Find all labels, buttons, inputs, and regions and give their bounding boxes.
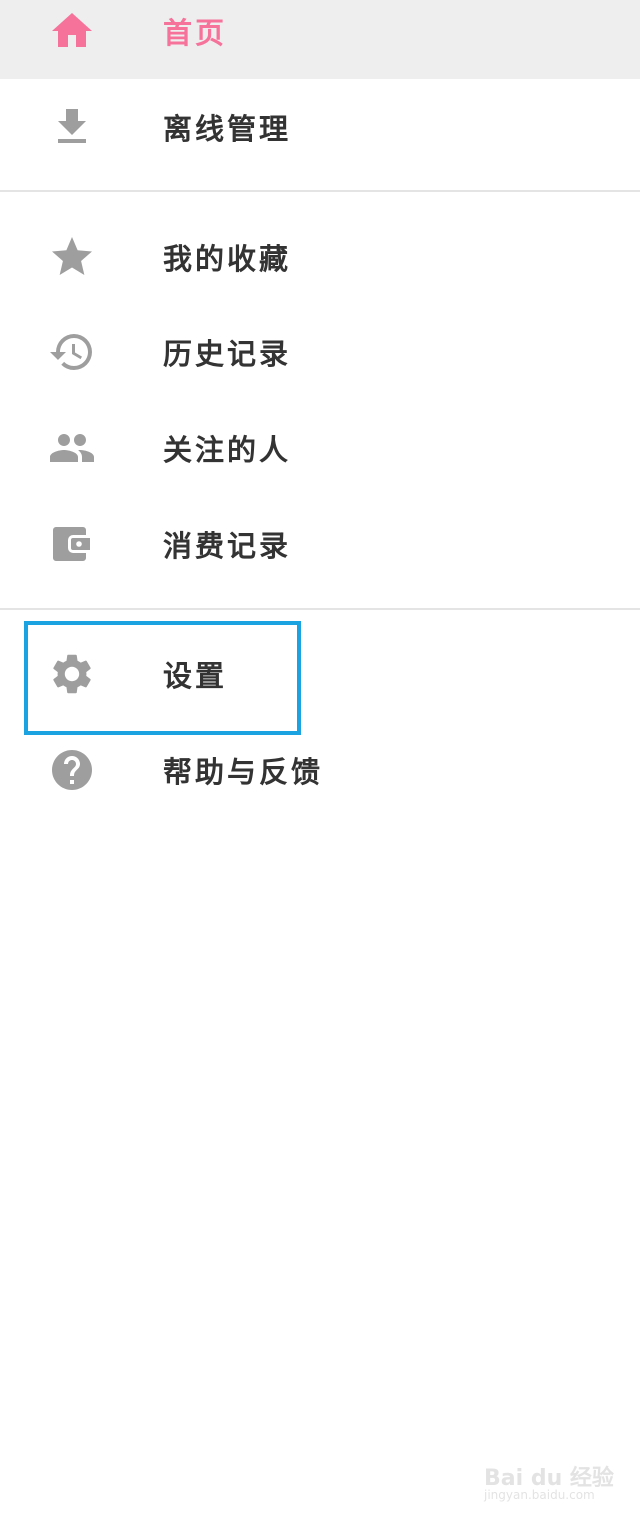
divider xyxy=(0,190,640,192)
menu-item-purchases[interactable]: 消费记录 xyxy=(0,496,640,592)
history-icon xyxy=(48,328,96,376)
navigation-drawer: 首页 离线管理 我的收藏 历史记录 关注的人 消费记录 设置 帮助与反馈 Bai… xyxy=(0,0,640,1528)
menu-item-favorites[interactable]: 我的收藏 xyxy=(0,209,640,305)
divider xyxy=(0,608,640,610)
menu-item-settings[interactable]: 设置 xyxy=(0,626,640,722)
menu-item-label: 消费记录 xyxy=(163,529,292,563)
menu-item-label: 关注的人 xyxy=(163,433,292,467)
menu-item-help[interactable]: 帮助与反馈 xyxy=(0,722,640,818)
menu-item-label: 设置 xyxy=(163,659,228,693)
help-icon xyxy=(48,746,96,794)
people-icon xyxy=(48,424,96,472)
menu-item-home[interactable]: 首页 xyxy=(0,0,640,79)
menu-item-offline[interactable]: 离线管理 xyxy=(0,79,640,175)
menu-item-label: 帮助与反馈 xyxy=(163,755,324,789)
gear-icon xyxy=(48,650,96,698)
watermark-url: jingyan.baidu.com xyxy=(484,1488,595,1502)
menu-item-following[interactable]: 关注的人 xyxy=(0,400,640,496)
download-icon xyxy=(48,103,96,151)
menu-item-label: 首页 xyxy=(163,16,228,50)
star-icon xyxy=(48,233,96,281)
menu-item-label: 离线管理 xyxy=(163,112,292,146)
menu-item-history[interactable]: 历史记录 xyxy=(0,304,640,400)
wallet-icon xyxy=(48,520,96,568)
home-icon xyxy=(48,7,96,55)
watermark: Bai du 经验 jingyan.baidu.com xyxy=(484,1460,614,1514)
menu-item-label: 我的收藏 xyxy=(163,242,292,276)
menu-item-label: 历史记录 xyxy=(163,337,292,371)
